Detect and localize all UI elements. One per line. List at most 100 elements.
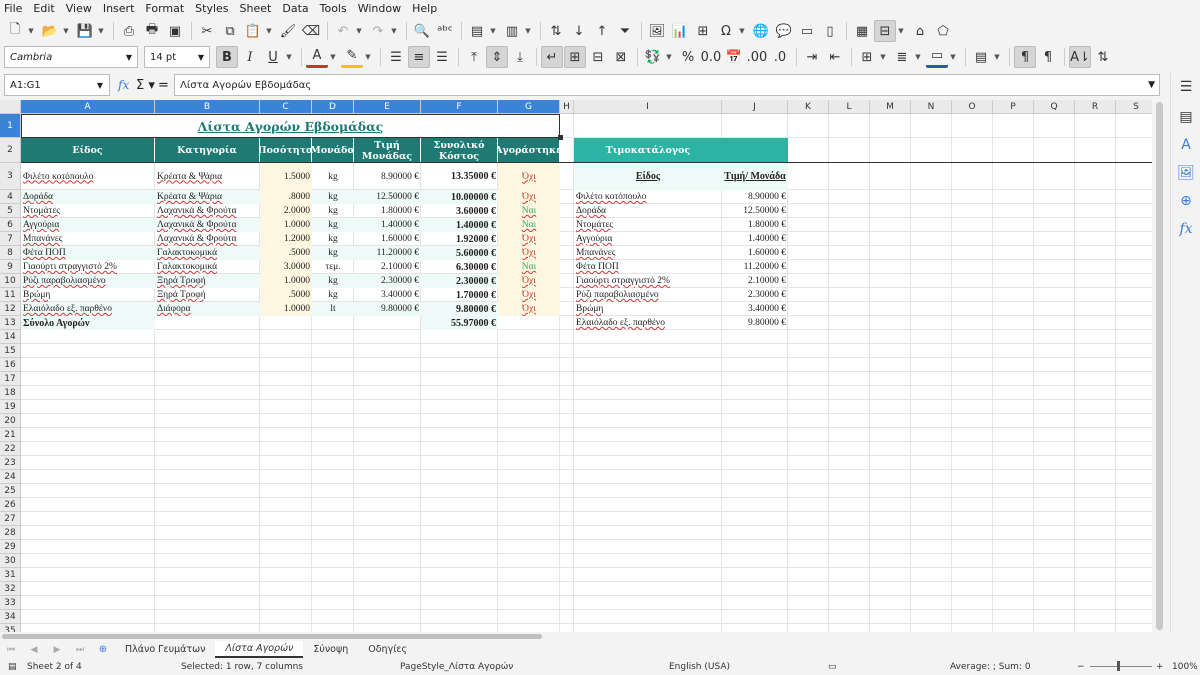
column-header-d[interactable]: D: [312, 100, 354, 114]
column-header-p[interactable]: P: [993, 100, 1034, 114]
total-value-cell[interactable]: 55.97000 €: [421, 316, 498, 330]
item-unit-cell[interactable]: kg: [312, 274, 354, 288]
comment-icon[interactable]: 💬: [773, 20, 795, 42]
spelling-icon[interactable]: ᵃᵇᶜ: [434, 20, 456, 42]
table-header-cell[interactable]: Μονάδα: [312, 138, 354, 163]
item-quantity-cell[interactable]: 1.0000: [260, 218, 312, 232]
column-header-o[interactable]: O: [952, 100, 993, 114]
item-category-cell[interactable]: Λαχανικά & Φρούτα: [155, 204, 260, 218]
row-header[interactable]: 1: [0, 114, 21, 138]
conditional-dropdown-icon[interactable]: ▼: [993, 46, 1001, 68]
formula-input[interactable]: Λίστα Αγορών Εβδομάδας ▼: [174, 74, 1160, 96]
font-color-dropdown-icon[interactable]: ▼: [329, 46, 337, 68]
item-bought-cell[interactable]: Ναι: [498, 218, 560, 232]
column-header-c[interactable]: C: [260, 100, 312, 114]
save-icon[interactable]: 💾: [74, 20, 96, 42]
column-header-g[interactable]: G: [498, 100, 560, 114]
name-box[interactable]: A1:G1 ▼: [4, 74, 110, 96]
item-bought-cell[interactable]: Όχι: [498, 163, 560, 190]
item-name-cell[interactable]: Ρύζι παραβολιασμένο: [21, 274, 155, 288]
border-color-icon[interactable]: ▭: [926, 46, 948, 68]
find-replace-icon[interactable]: 🔍: [411, 20, 433, 42]
table-header-cell[interactable]: Κατηγορία: [155, 138, 260, 163]
conditional-format-icon[interactable]: ▤: [970, 46, 992, 68]
redo-icon[interactable]: ↷: [367, 20, 389, 42]
paste-dropdown-icon[interactable]: ▼: [265, 20, 273, 42]
item-price-cell[interactable]: 8.90000 €: [354, 163, 421, 190]
table-header-cell[interactable]: Αγοράστηκε: [498, 138, 560, 163]
sheet-title-cell[interactable]: Λίστα Αγορών Εβδομάδας: [21, 114, 560, 138]
item-name-cell[interactable]: Φέτα ΠΟΠ: [21, 246, 155, 260]
column-header-j[interactable]: J: [722, 100, 788, 114]
new-dropdown-icon[interactable]: ▼: [27, 20, 35, 42]
item-total-cell[interactable]: 2.30000 €: [421, 274, 498, 288]
price-list-name-cell[interactable]: Γιαούρτι στραγγιστό 2%: [574, 274, 722, 288]
left-to-right-icon[interactable]: ¶: [1014, 46, 1036, 68]
right-to-left-icon[interactable]: ¶: [1037, 46, 1059, 68]
item-category-cell[interactable]: Ξηρά Τροφή: [155, 274, 260, 288]
add-decimal-icon[interactable]: .00: [746, 46, 768, 68]
item-total-cell[interactable]: 1.40000 €: [421, 218, 498, 232]
align-center-icon[interactable]: ≡: [408, 46, 430, 68]
number-format-icon[interactable]: 0.0: [700, 46, 722, 68]
column-header-b[interactable]: B: [155, 100, 260, 114]
border-style-dropdown-icon[interactable]: ▼: [914, 46, 922, 68]
item-total-cell[interactable]: 10.00000 €: [421, 190, 498, 204]
price-list-price-cell[interactable]: 1.60000 €: [722, 246, 788, 260]
item-name-cell[interactable]: Βρώμη: [21, 288, 155, 302]
row-header[interactable]: 10: [0, 274, 21, 288]
menu-item-file[interactable]: File: [4, 2, 22, 15]
open-dropdown-icon[interactable]: ▼: [62, 20, 70, 42]
item-quantity-cell[interactable]: 1.0000: [260, 274, 312, 288]
sort-descending-icon[interactable]: ↑: [591, 20, 613, 42]
function-wizard-icon[interactable]: fx: [118, 78, 136, 92]
insert-chart-icon[interactable]: 📊: [669, 20, 691, 42]
save-dropdown-icon[interactable]: ▼: [97, 20, 105, 42]
export-pdf-icon[interactable]: ⎙: [118, 20, 140, 42]
copy-icon[interactable]: ⧉: [219, 20, 241, 42]
bold-icon[interactable]: B: [216, 46, 238, 68]
item-unit-cell[interactable]: kg: [312, 204, 354, 218]
chevron-down-icon[interactable]: ▼: [126, 53, 132, 62]
border-style-icon[interactable]: ≣: [891, 46, 913, 68]
insert-image-icon[interactable]: 🖼: [646, 20, 668, 42]
item-bought-cell[interactable]: Όχι: [498, 246, 560, 260]
split-window-dropdown-icon[interactable]: ▼: [897, 20, 905, 42]
row-header[interactable]: 29: [0, 540, 21, 554]
styles-icon[interactable]: A: [1171, 131, 1200, 159]
sort-icon[interactable]: ⇅: [545, 20, 567, 42]
price-list-name-cell[interactable]: Ντομάτες: [574, 218, 722, 232]
sort-ascending-icon[interactable]: ↓: [568, 20, 590, 42]
item-category-cell[interactable]: Λαχανικά & Φρούτα: [155, 218, 260, 232]
chevron-down-icon[interactable]: ▼: [97, 81, 103, 90]
item-unit-cell[interactable]: kg: [312, 246, 354, 260]
item-price-cell[interactable]: 11.20000 €: [354, 246, 421, 260]
column-header-q[interactable]: Q: [1034, 100, 1075, 114]
column-header-k[interactable]: K: [788, 100, 829, 114]
row-header[interactable]: 22: [0, 442, 21, 456]
language[interactable]: English (USA): [669, 662, 730, 672]
column-header-h[interactable]: H: [560, 100, 574, 114]
price-list-price-cell[interactable]: 3.40000 €: [722, 302, 788, 316]
menu-item-data[interactable]: Data: [282, 2, 308, 15]
price-list-name-cell[interactable]: Φέτα ΠΟΠ: [574, 260, 722, 274]
item-unit-cell[interactable]: lt: [312, 302, 354, 316]
item-name-cell[interactable]: Αγγούρια: [21, 218, 155, 232]
item-quantity-cell[interactable]: 1.2000: [260, 232, 312, 246]
row-header[interactable]: 5: [0, 204, 21, 218]
special-character-dropdown-icon[interactable]: ▼: [738, 20, 746, 42]
item-category-cell[interactable]: Κρέατα & Ψάρια: [155, 163, 260, 190]
spreadsheet-grid[interactable]: A B C D E F G H I J K L M N O P Q R S 1 2 3 4 5 6 7 8 9 10 11 12 13 14 15…: [0, 100, 1152, 632]
expand-formula-icon[interactable]: ▼: [1148, 80, 1155, 90]
item-price-cell[interactable]: 3.40000 €: [354, 288, 421, 302]
unmerge-cells-icon[interactable]: ⊠: [610, 46, 632, 68]
price-list-name-cell[interactable]: Ελαιόλαδο εξ. παρθένο: [574, 316, 722, 330]
item-bought-cell[interactable]: Όχι: [498, 288, 560, 302]
price-list-header-cell[interactable]: Τιμή/ Μονάδα: [722, 163, 788, 190]
new-document-icon[interactable]: 🗋: [4, 20, 26, 42]
row-header[interactable]: 24: [0, 470, 21, 484]
table-header-cell[interactable]: Τιμή Μονάδας: [354, 138, 421, 163]
menu-item-window[interactable]: Window: [358, 2, 401, 15]
column-header-l[interactable]: L: [829, 100, 870, 114]
price-list-price-cell[interactable]: 9.80000 €: [722, 316, 788, 330]
